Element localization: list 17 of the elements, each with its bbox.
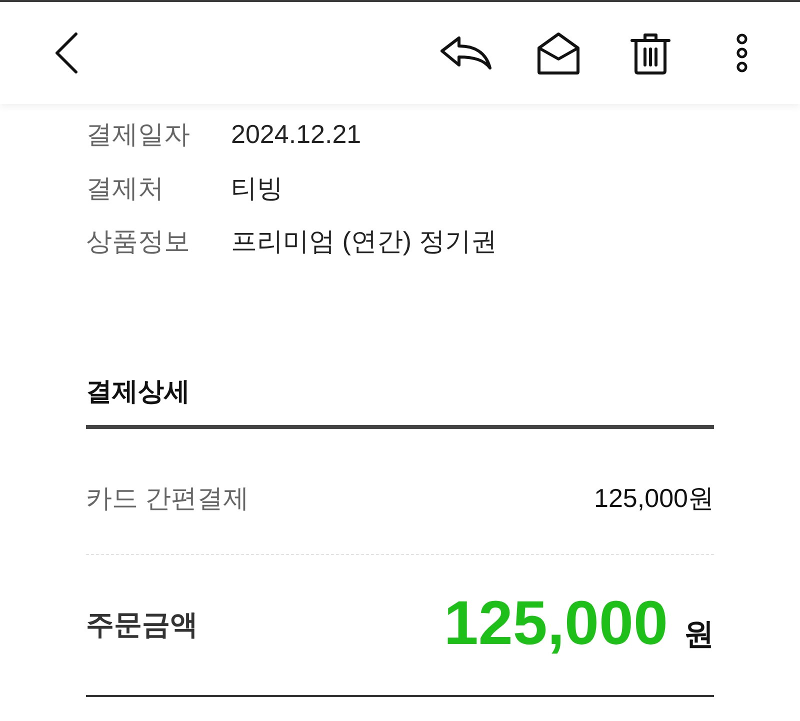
field-label: 결제처	[86, 172, 165, 205]
payment-amount: 125,000원	[594, 482, 714, 515]
field-value: 2024.12.21	[231, 118, 362, 152]
chevron-left-icon	[54, 32, 78, 74]
field-value: 티빙	[231, 172, 283, 205]
field-label: 결제일자	[86, 118, 191, 152]
field-value: 프리미엄 (연간) 정기권	[231, 225, 497, 258]
currency-unit: 원	[684, 616, 714, 652]
open-envelope-icon	[536, 32, 580, 74]
more-vertical-icon	[736, 33, 748, 73]
order-total-amount: 125,000	[444, 592, 668, 654]
section-heading: 결제상세	[86, 374, 191, 408]
payment-method-label: 카드 간편결제	[86, 482, 250, 515]
field-label: 상품정보	[86, 225, 191, 258]
reply-icon	[440, 36, 492, 70]
order-total-label: 주문금액	[86, 608, 198, 642]
trash-icon	[630, 32, 670, 74]
